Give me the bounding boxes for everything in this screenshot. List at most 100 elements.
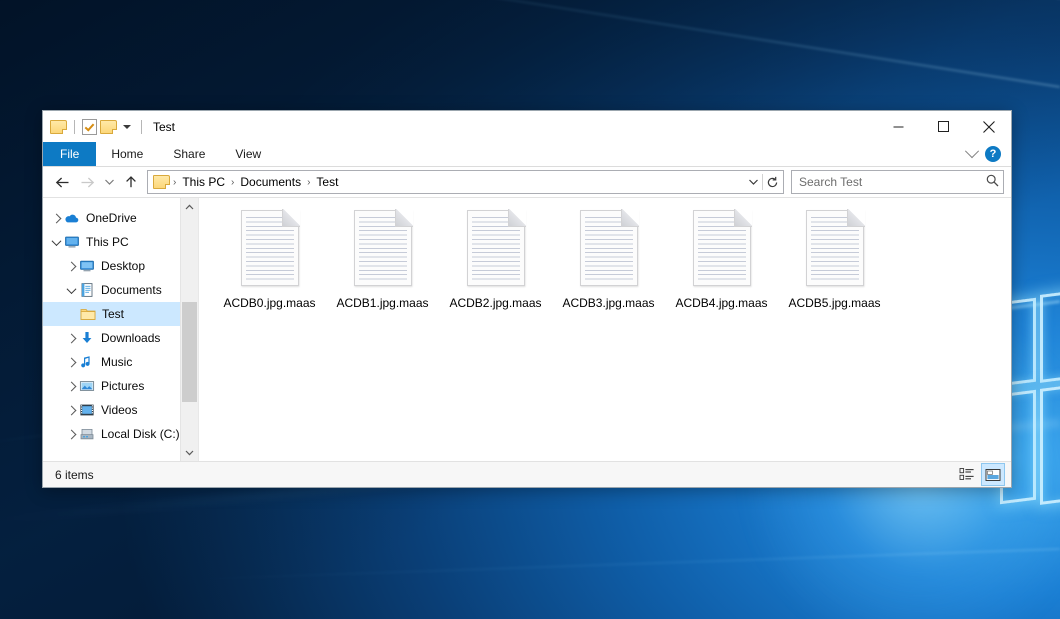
file-name-label: ACDB5.jpg.maas (788, 296, 880, 310)
large-icons-view-icon[interactable] (981, 463, 1005, 486)
folder-icon[interactable] (50, 120, 67, 134)
ribbon-right-controls: ? (967, 142, 1007, 166)
expander-collapsed-icon[interactable] (64, 378, 79, 394)
pictures-icon (79, 378, 95, 394)
breadcrumb-item-test[interactable]: Test (311, 175, 343, 189)
sidebar-item-label: Pictures (101, 380, 144, 392)
file-item[interactable]: ACDB2.jpg.maas (439, 206, 552, 310)
expander-collapsed-icon[interactable] (64, 402, 79, 418)
recent-locations-button[interactable] (100, 170, 118, 194)
chevron-down-icon[interactable] (965, 144, 979, 158)
expander-collapsed-icon[interactable] (64, 258, 79, 274)
back-button[interactable] (50, 170, 74, 194)
sidebar-item-label: Downloads (101, 332, 160, 344)
sidebar-item-local-disk-c[interactable]: Local Disk (C:) (43, 422, 198, 446)
videos-film-icon (79, 402, 95, 418)
sidebar-item-label: OneDrive (86, 212, 137, 224)
quick-access-toolbar: Test (43, 119, 175, 135)
file-item[interactable]: ACDB1.jpg.maas (326, 206, 439, 310)
windows-logo-pane (1040, 289, 1060, 383)
new-folder-icon[interactable] (100, 120, 117, 134)
close-button[interactable] (966, 111, 1011, 142)
desktop-icon (79, 258, 95, 274)
file-name-label: ACDB1.jpg.maas (336, 296, 428, 310)
forward-button[interactable] (75, 170, 99, 194)
navigation-pane: OneDrive This PC Desktop (43, 198, 199, 461)
sidebar-item-videos[interactable]: Videos (43, 398, 198, 422)
window-controls (876, 111, 1011, 142)
details-view-icon[interactable] (956, 464, 978, 485)
sidebar-item-label: Music (101, 356, 132, 368)
sidebar-item-pictures[interactable]: Pictures (43, 374, 198, 398)
tab-home[interactable]: Home (96, 142, 158, 166)
sidebar-item-music[interactable]: Music (43, 350, 198, 374)
tab-file[interactable]: File (43, 142, 96, 166)
this-pc-monitor-icon (64, 234, 80, 250)
expander-collapsed-icon[interactable] (49, 210, 64, 226)
address-dropdown-icon[interactable] (744, 172, 762, 192)
refresh-icon[interactable] (763, 172, 781, 192)
file-item[interactable]: ACDB0.jpg.maas (213, 206, 326, 310)
search-icon[interactable] (986, 174, 999, 190)
address-bar-row: › This PC › Documents › Test Search Test (43, 167, 1011, 197)
folder-icon (80, 306, 96, 322)
scroll-down-icon[interactable] (181, 444, 198, 461)
generic-document-icon (467, 210, 525, 286)
item-count-label: 6 items (49, 468, 94, 482)
expander-collapsed-icon[interactable] (64, 330, 79, 346)
sidebar-item-label: Local Disk (C:) (101, 428, 180, 440)
file-name-label: ACDB0.jpg.maas (223, 296, 315, 310)
search-input[interactable]: Search Test (791, 170, 1004, 194)
window-body: OneDrive This PC Desktop (43, 197, 1011, 461)
title-bar: Test (43, 111, 1011, 142)
sidebar-item-label: Desktop (101, 260, 145, 272)
documents-icon (79, 282, 95, 298)
file-name-label: ACDB3.jpg.maas (562, 296, 654, 310)
sidebar-item-onedrive[interactable]: OneDrive (43, 206, 198, 230)
sidebar-item-label: Videos (101, 404, 137, 416)
sidebar-item-this-pc[interactable]: This PC (43, 230, 198, 254)
downloads-arrow-icon (79, 330, 95, 346)
file-list-content[interactable]: ACDB0.jpg.maas ACDB1.jpg.maas ACDB2.jpg.… (199, 198, 1011, 461)
sidebar-item-desktop[interactable]: Desktop (43, 254, 198, 278)
navigation-pane-scrollbar[interactable] (180, 198, 198, 461)
minimize-button[interactable] (876, 111, 921, 142)
folder-icon[interactable] (153, 175, 170, 189)
folder-tree: OneDrive This PC Desktop (43, 198, 198, 446)
file-explorer-window: Test File Home Share View ? (42, 110, 1012, 488)
expander-expanded-icon[interactable] (49, 234, 64, 250)
search-placeholder: Search Test (799, 175, 986, 189)
tab-view[interactable]: View (220, 142, 276, 166)
hard-drive-icon (79, 426, 95, 442)
generic-document-icon (693, 210, 751, 286)
breadcrumb: › This PC › Documents › Test (153, 175, 744, 189)
properties-icon[interactable] (82, 119, 97, 135)
onedrive-cloud-icon (64, 210, 80, 226)
file-item[interactable]: ACDB5.jpg.maas (778, 206, 891, 310)
sidebar-item-label: Test (102, 308, 124, 320)
sidebar-item-downloads[interactable]: Downloads (43, 326, 198, 350)
up-button[interactable] (119, 170, 143, 194)
expander-expanded-icon[interactable] (64, 282, 79, 298)
expander-collapsed-icon[interactable] (64, 354, 79, 370)
generic-document-icon (354, 210, 412, 286)
help-icon[interactable]: ? (985, 146, 1001, 162)
tab-share[interactable]: Share (158, 142, 220, 166)
sidebar-item-test[interactable]: Test (43, 302, 198, 326)
address-bar[interactable]: › This PC › Documents › Test (147, 170, 784, 194)
scroll-up-icon[interactable] (181, 198, 198, 215)
chevron-down-icon[interactable] (123, 125, 131, 129)
generic-document-icon (241, 210, 299, 286)
divider (141, 120, 142, 134)
sidebar-item-label: Documents (101, 284, 162, 296)
expander-collapsed-icon[interactable] (64, 426, 79, 442)
breadcrumb-item-this-pc[interactable]: This PC (177, 175, 230, 189)
file-item[interactable]: ACDB3.jpg.maas (552, 206, 665, 310)
file-item[interactable]: ACDB4.jpg.maas (665, 206, 778, 310)
view-mode-buttons (956, 462, 1005, 487)
scrollbar-thumb[interactable] (182, 302, 197, 402)
window-title: Test (153, 120, 175, 134)
maximize-button[interactable] (921, 111, 966, 142)
breadcrumb-item-documents[interactable]: Documents (235, 175, 306, 189)
sidebar-item-documents[interactable]: Documents (43, 278, 198, 302)
